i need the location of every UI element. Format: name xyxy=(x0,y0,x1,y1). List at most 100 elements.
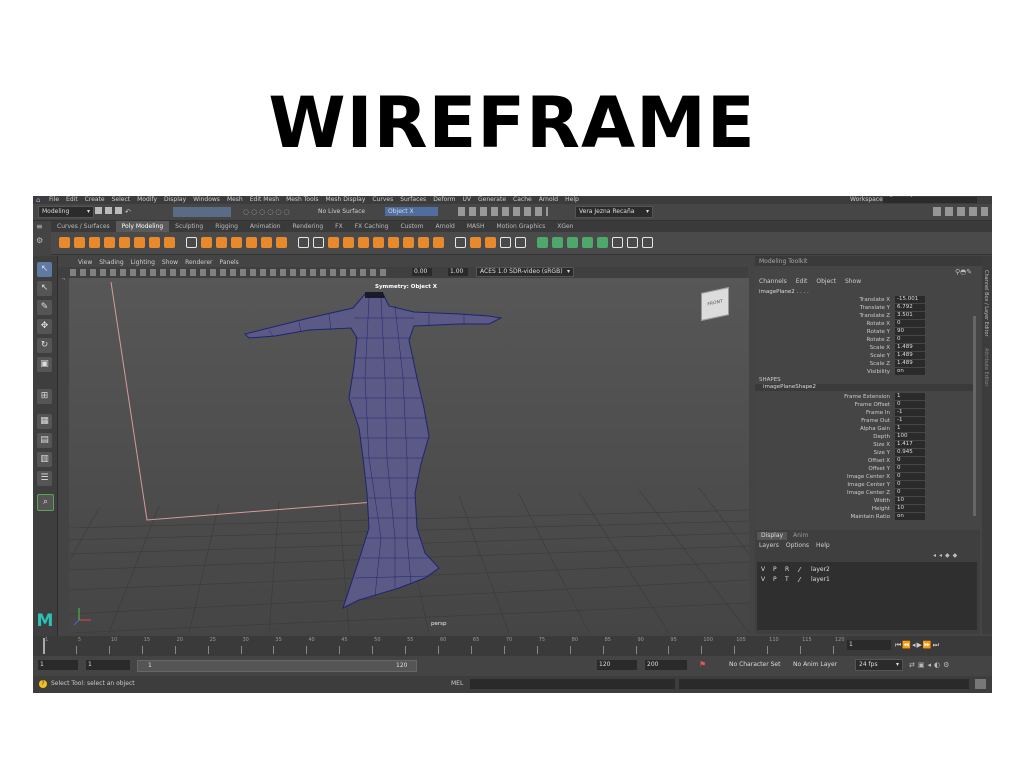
snap-icons[interactable]: ◌◌◌◌◌◌ xyxy=(243,208,307,216)
layout-icon[interactable]: ▤ xyxy=(37,433,52,448)
menu-create[interactable]: Create xyxy=(85,196,105,203)
attribute-row[interactable]: Frame Offset 0 xyxy=(755,401,975,409)
menu-windows[interactable]: Windows xyxy=(193,196,220,203)
shelf-tool-icon[interactable] xyxy=(59,237,70,248)
fps-dropdown[interactable]: 24 fps ▾ xyxy=(855,659,903,671)
attribute-value[interactable]: -1 xyxy=(895,417,925,424)
shelf-tool-icon[interactable] xyxy=(403,237,414,248)
menu-arnold[interactable]: Arnold xyxy=(539,196,558,203)
menu-generate[interactable]: Generate xyxy=(478,196,506,203)
shelf-tool-icon[interactable] xyxy=(485,237,496,248)
menu-deform[interactable]: Deform xyxy=(433,196,455,203)
layer-color-swatch[interactable] xyxy=(797,567,810,572)
tab-rigging[interactable]: Rigging xyxy=(209,221,244,232)
attribute-row[interactable]: Translate Z 3.501 xyxy=(755,312,975,320)
attribute-value[interactable]: 0.945 xyxy=(895,449,925,456)
attribute-value[interactable]: 10 xyxy=(895,505,925,512)
playback-option-icons[interactable]: ⇄▣◂◐⚙ xyxy=(909,660,952,670)
shelf-tool-icon[interactable] xyxy=(104,237,115,248)
tab-mash[interactable]: MASH xyxy=(461,221,491,232)
modeling-toolkit-tab[interactable]: Modeling Toolkit xyxy=(755,256,982,266)
open-scene-icon[interactable] xyxy=(105,207,112,214)
layer-color-swatch[interactable] xyxy=(797,577,810,582)
move-tool-icon[interactable]: ✥ xyxy=(37,319,52,334)
single-pane-icon[interactable]: ⊞ xyxy=(37,389,52,404)
shelf-tool-icon[interactable] xyxy=(433,237,444,248)
attribute-row[interactable]: Rotate Z 0 xyxy=(755,336,975,344)
viewport-toolbar-icons[interactable] xyxy=(70,269,390,276)
layer-action-icons[interactable]: ◂◂◆◆ xyxy=(933,552,960,559)
graph-layout-icon[interactable]: ☰ xyxy=(37,471,52,486)
shelf-tool-icon[interactable] xyxy=(358,237,369,248)
shelf-tool-icon[interactable] xyxy=(388,237,399,248)
menu-cache[interactable]: Cache xyxy=(513,196,532,203)
shelf-tool-icon[interactable] xyxy=(373,237,384,248)
user-dropdown[interactable]: Vera Jezna Recaña ▾ xyxy=(575,206,653,218)
shelf-tool-icon[interactable] xyxy=(201,237,212,248)
shelf-tool-icon[interactable] xyxy=(582,237,593,248)
current-time-marker[interactable] xyxy=(43,638,45,654)
shelf-tool-icon[interactable] xyxy=(134,237,145,248)
attribute-row[interactable]: Size Y 0.945 xyxy=(755,449,975,457)
tab-display[interactable]: Display xyxy=(757,532,787,540)
channel-menu-edit[interactable]: Edit xyxy=(796,278,808,285)
layer-menu-options[interactable]: Options xyxy=(786,542,809,549)
attribute-row[interactable]: Height 10 xyxy=(755,505,975,513)
channel-menu-channels[interactable]: Channels xyxy=(759,278,787,285)
menu-surfaces[interactable]: Surfaces xyxy=(400,196,426,203)
menu-modify[interactable]: Modify xyxy=(137,196,157,203)
tab-poly-modeling[interactable]: Poly Modeling xyxy=(115,221,170,232)
vp-menu-show[interactable]: Show xyxy=(162,259,178,266)
attribute-value[interactable]: 3.501 xyxy=(895,312,925,319)
vp-menu-view[interactable]: View xyxy=(78,259,92,266)
tab-custom[interactable]: Custom xyxy=(394,221,429,232)
attribute-value[interactable]: 0 xyxy=(895,465,925,472)
attribute-row[interactable]: Depth 100 xyxy=(755,433,975,441)
attribute-value[interactable]: 0 xyxy=(895,401,925,408)
vp-menu-shading[interactable]: Shading xyxy=(99,259,123,266)
vp-menu-renderer[interactable]: Renderer xyxy=(185,259,212,266)
shelf-tool-icon[interactable] xyxy=(567,237,578,248)
range-bar[interactable]: 1 120 xyxy=(137,660,417,672)
attribute-row[interactable]: Image Center Y 0 xyxy=(755,481,975,489)
shelf-tool-icon[interactable] xyxy=(642,237,653,248)
playback-controls[interactable]: ⏮⏪◂▶⏩⏭ xyxy=(895,640,990,650)
layer-playback-toggle[interactable]: P xyxy=(773,575,777,584)
shelf-tool-icon[interactable] xyxy=(500,237,511,248)
layer-menu-layers[interactable]: Layers xyxy=(759,542,779,549)
mode-dropdown[interactable]: Modeling ▾ xyxy=(38,206,94,218)
attribute-row[interactable]: Visibility on xyxy=(755,368,975,376)
attribute-row[interactable]: Frame In -1 xyxy=(755,409,975,417)
attribute-value[interactable]: 0 xyxy=(895,473,925,480)
character-mesh[interactable] xyxy=(244,292,503,609)
layer-visibility-toggle[interactable]: V xyxy=(761,575,765,584)
menu-edit[interactable]: Edit xyxy=(66,196,78,203)
layer-name[interactable]: layer1 xyxy=(811,575,830,584)
auto-key-icon[interactable]: ⚑ xyxy=(699,660,706,670)
playback-end-field[interactable]: 120 xyxy=(597,660,637,670)
render-icons[interactable] xyxy=(458,207,548,216)
attribute-row[interactable]: Image Center Z 0 xyxy=(755,489,975,497)
tab-xgen[interactable]: XGen xyxy=(551,221,579,232)
shelf-tool-icon[interactable] xyxy=(537,237,548,248)
shelf-tool-icon[interactable] xyxy=(313,237,324,248)
shelf-tool-icon[interactable] xyxy=(216,237,227,248)
attribute-value[interactable]: on xyxy=(895,368,925,375)
select-tool-icon[interactable]: ↖ xyxy=(37,262,52,277)
channel-box-scrollbar[interactable] xyxy=(973,316,976,516)
perspective-viewport[interactable]: Symmetry: Object X persp FRONT xyxy=(69,278,749,633)
menu-file[interactable]: File xyxy=(49,196,59,203)
layer-display-type[interactable]: T xyxy=(785,575,789,584)
layer-display-type[interactable]: R xyxy=(785,565,789,574)
attribute-row[interactable]: Image Center X 0 xyxy=(755,473,975,481)
save-scene-icon[interactable] xyxy=(115,207,122,214)
attribute-value[interactable]: 1 xyxy=(895,425,925,432)
shelf-tool-icon[interactable] xyxy=(119,237,130,248)
exposure-field[interactable]: 0.00 xyxy=(412,268,432,276)
shelf-tool-icon[interactable] xyxy=(186,237,197,248)
attribute-row[interactable]: Offset Y 0 xyxy=(755,465,975,473)
start-frame-field[interactable]: 1 xyxy=(38,660,78,670)
attribute-editor-side-tab[interactable]: Attribute Editor xyxy=(983,348,989,386)
workspace-dropdown[interactable] xyxy=(883,197,977,203)
attribute-row[interactable]: Width 10 xyxy=(755,497,975,505)
